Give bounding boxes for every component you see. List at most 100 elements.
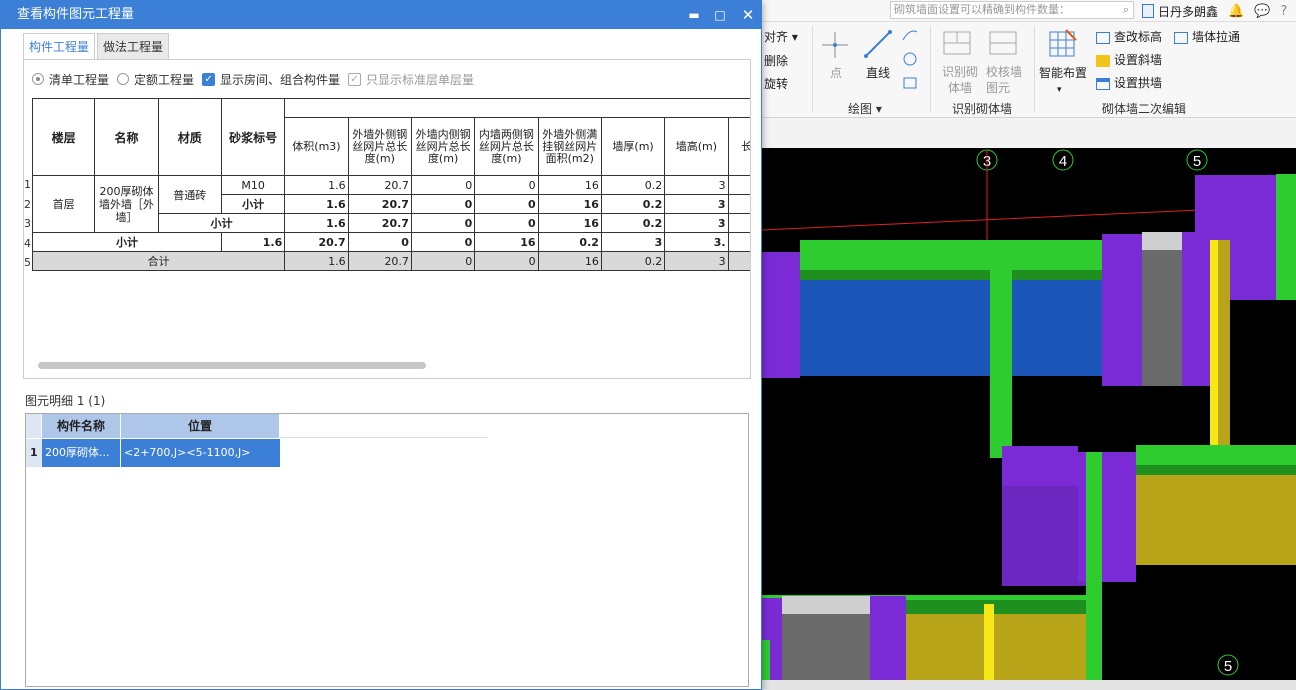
detail-header-blank [280, 414, 488, 438]
col-header-int-both[interactable]: 内墙两侧钢丝网片总长度(m) [474, 117, 539, 176]
check-wall-icon [989, 31, 1017, 55]
checkbox-show-rooms[interactable]: ✓ 显示房间、组合构件量 [202, 71, 340, 88]
checkbox-standard-label: 只显示标准层单层量 [366, 72, 475, 87]
horizontal-scrollbar[interactable] [38, 362, 426, 369]
row-number: 4 [24, 237, 31, 250]
search-input[interactable]: 砌筑墙面设置可以精确到构件数量： ⌕ [890, 1, 1134, 19]
cell-value: 16 [537, 194, 602, 214]
set-arch-icon [1096, 77, 1110, 90]
cell-value: 1.6 [284, 175, 349, 195]
cell-value: 20.7 [347, 175, 412, 195]
wall-stretch-label: 墙体拉通 [1192, 30, 1241, 44]
smart-layout-button[interactable]: 智能布置 ▾ [1039, 64, 1087, 95]
detail-header-position[interactable]: 位置 [121, 414, 280, 438]
cell-value: 3 [727, 175, 750, 195]
cell-total-label: 合计 [31, 251, 286, 271]
identify-wall-button[interactable]: 识别砌体墙 [942, 64, 978, 96]
set-slope-button[interactable]: 设置斜墙 [1096, 51, 1162, 68]
draw-tools-icon[interactable] [900, 26, 920, 92]
col-header-ext-outer[interactable]: 外墙外侧钢丝网片总长度(m) [347, 117, 412, 176]
radio-bill-quantity[interactable]: 清单工程量 [32, 71, 109, 88]
set-slope-label: 设置斜墙 [1114, 53, 1163, 67]
chat-icon[interactable]: 💬 [1254, 4, 1270, 19]
line-icon[interactable] [862, 28, 894, 60]
cell-value: 0.2 [600, 175, 666, 195]
check-height-label: 查改标高 [1114, 30, 1163, 44]
help-icon[interactable]: ? [1280, 4, 1287, 19]
cell-value: 16 [537, 213, 602, 233]
table-row[interactable]: 首层 200厚砌体墙外墙［外墙］ 普通砖 M10 1.6 20.7 0 0 16… [31, 175, 750, 233]
radio-indicator [117, 73, 130, 85]
bell-icon[interactable]: 🔔 [1228, 4, 1244, 19]
maximize-icon[interactable]: □ [707, 1, 733, 29]
cell-value: 3 [664, 251, 729, 271]
cell-value: 3. [727, 194, 750, 214]
draw-group-text: 绘图 [848, 102, 873, 116]
quantity-dialog: 查看构件图元工程量 ▬ □ ✕ 构件工程量 做法工程量 清单工程量 定额工程量 … [0, 0, 762, 690]
quantity-table: 楼层 名称 材质 砂浆标号 工程 体积(m3) 外墙外侧钢丝网片总长度(m) 外… [31, 98, 751, 271]
check-wall-label: 校核墙图元 [986, 65, 1023, 95]
row-number: 3 [24, 217, 31, 230]
cell-value: 0 [474, 194, 539, 214]
minimize-icon[interactable]: ▬ [681, 1, 707, 29]
col-header-ext-full[interactable]: 外墙外侧满挂钢丝网片面积(m2) [537, 117, 602, 176]
col-header-mortar[interactable]: 砂浆标号 [220, 98, 286, 176]
col-header-height[interactable]: 墙高(m) [664, 117, 729, 176]
cell-value: 3 [600, 232, 666, 252]
ribbon-toolbar: 对齐 ▾ 删除 旋转 点 直线 绘图 ▾ 识别砌体墙 校核墙图元 识别砌体墙 智… [762, 22, 1296, 118]
check-wall-button[interactable]: 校核墙图元 [986, 64, 1022, 96]
tab-method-quantity[interactable]: 做法工程量 [97, 33, 170, 59]
cell-value: 3 [664, 175, 729, 195]
col-header-length[interactable]: 长度(m [727, 117, 750, 176]
col-header-material[interactable]: 材质 [157, 98, 222, 176]
tab-component-quantity[interactable]: 构件工程量 [23, 33, 96, 59]
col-header-thickness[interactable]: 墙厚(m) [600, 117, 666, 176]
cell-value: 0 [474, 175, 539, 195]
draw-group-label[interactable]: 绘图 ▾ [848, 100, 882, 117]
cell-mortar: M10 [220, 175, 286, 195]
cell-subtotal-label: 小计 [32, 232, 222, 252]
quantity-table-area[interactable]: 清单工程量 定额工程量 ✓ 显示房间、组合构件量 ✓ 只显示标准层单层量 1 2 3… [24, 60, 750, 378]
set-arch-button[interactable]: 设置拱墙 [1096, 74, 1162, 91]
cell-value: 20.7 [284, 232, 349, 252]
search-icon[interactable]: ⌕ [1123, 2, 1129, 18]
close-icon[interactable]: ✕ [735, 1, 761, 29]
detail-header-name[interactable]: 构件名称 [42, 414, 121, 438]
col-header-floor[interactable]: 楼层 [31, 98, 96, 176]
dialog-title: 查看构件图元工程量 [17, 7, 135, 22]
row-number: 5 [24, 256, 31, 269]
cell-value: 20.7 [347, 251, 412, 271]
cell-value: 16 [537, 251, 602, 271]
radio-quota-quantity[interactable]: 定额工程量 [117, 71, 194, 88]
point-button[interactable]: 点 [830, 64, 842, 81]
cell-floor: 首层 [31, 175, 96, 233]
wall-stretch-button[interactable]: 墙体拉通 [1174, 28, 1240, 45]
identify-wall-label: 识别砌体墙 [942, 65, 979, 95]
point-icon[interactable] [820, 30, 850, 60]
options-row: 清单工程量 定额工程量 ✓ 显示房间、组合构件量 ✓ 只显示标准层单层量 [32, 70, 482, 88]
col-header-volume[interactable]: 体积(m3) [284, 117, 349, 176]
cell-value: 0 [410, 232, 476, 252]
user-area[interactable]: 日丹多朗鑫 🔔 💬 ? [1142, 2, 1287, 20]
detail-cell-position[interactable]: <2+700,J><5-1100,J> [121, 439, 280, 467]
check-height-button[interactable]: 查改标高 [1096, 28, 1162, 45]
rotate-button[interactable]: 旋转 [764, 75, 788, 92]
cell-value: 1.6 [284, 251, 349, 271]
dialog-titlebar[interactable]: 查看构件图元工程量 ▬ □ ✕ [1, 1, 761, 29]
delete-button[interactable]: 删除 [764, 52, 788, 69]
cell-value: 1.6 [284, 213, 349, 233]
detail-cell-name[interactable]: 200厚砌体... [42, 439, 121, 467]
align-button[interactable]: 对齐 ▾ [764, 28, 798, 45]
edit-group-label: 砌体墙二次编辑 [1102, 102, 1187, 116]
line-button[interactable]: 直线 [866, 64, 890, 81]
table-row-total[interactable]: 合计 1.6 20.7 0 0 16 0.2 3 3 [31, 251, 750, 271]
table-row[interactable]: 小计 1.6 20.7 0 0 16 0.2 3 3. [32, 232, 751, 252]
cell-value: 0 [410, 194, 476, 214]
cell-value: 16 [537, 175, 602, 195]
smart-layout-label: 智能布置 [1039, 66, 1088, 80]
cell-value: 0 [410, 251, 476, 271]
col-header-name[interactable]: 名称 [94, 98, 159, 176]
detail-row[interactable]: 1 200厚砌体... <2+700,J><5-1100,J> [26, 439, 280, 467]
checkbox-checked-icon: ✓ [202, 72, 216, 86]
col-header-ext-inner[interactable]: 外墙内侧钢丝网片总长度(m) [410, 117, 476, 176]
